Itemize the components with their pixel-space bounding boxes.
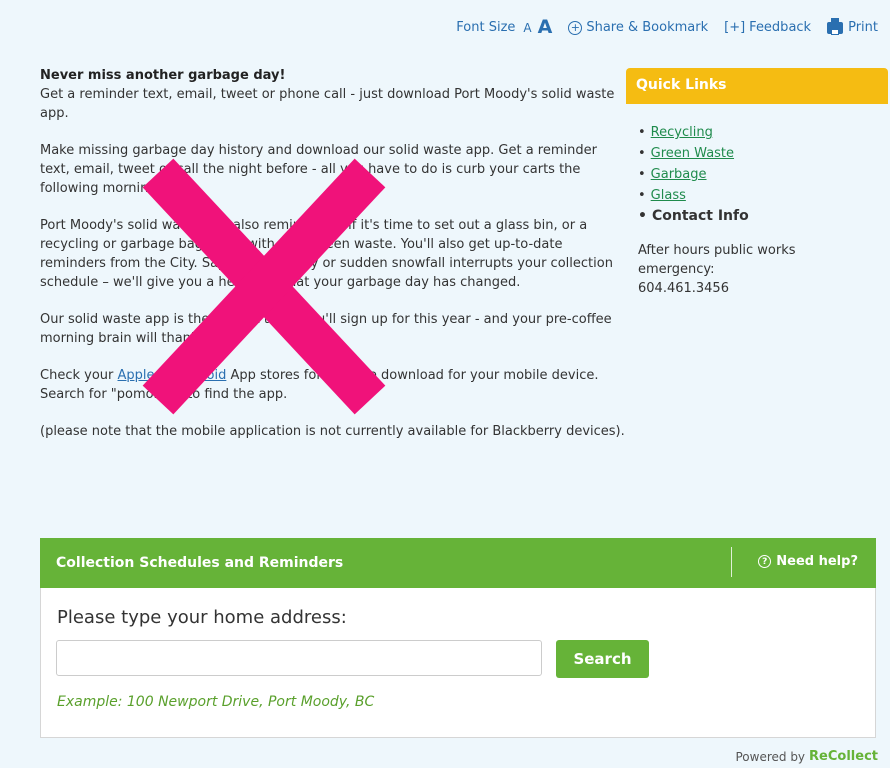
search-button[interactable]: Search xyxy=(556,640,649,678)
intro-text: Get a reminder text, email, tweet or pho… xyxy=(40,87,615,121)
intro-paragraph: Never miss another garbage day! Get a re… xyxy=(40,66,630,123)
plus-circle-icon: + xyxy=(568,20,583,35)
feedback-icon: [+] xyxy=(724,20,746,35)
print-button[interactable]: Print xyxy=(827,17,878,35)
share-bookmark-button[interactable]: + Share & Bookmark xyxy=(568,20,708,35)
address-input[interactable] xyxy=(56,640,542,676)
page-heading: Never miss another garbage day! xyxy=(40,68,286,83)
contact-info-item: • Contact Info xyxy=(638,208,749,224)
font-size-label: Font Size xyxy=(456,20,516,35)
glass-link[interactable]: Glass xyxy=(651,188,686,203)
paragraph-1: Make missing garbage day history and dow… xyxy=(40,143,597,196)
font-size-small-button[interactable]: A xyxy=(523,21,531,35)
address-prompt: Please type your home address: xyxy=(57,607,347,628)
share-bookmark-label: Share & Bookmark xyxy=(586,20,709,35)
print-label: Print xyxy=(848,20,878,35)
header-divider xyxy=(731,547,732,577)
widget-title: Collection Schedules and Reminders xyxy=(56,555,344,571)
quick-links-body: • Recycling • Green Waste • Garbage • Glass … xyxy=(626,104,888,298)
address-example: Example: 100 Newport Drive, Port Moody, … xyxy=(57,694,375,710)
printer-icon xyxy=(827,17,844,35)
emergency-phone: 604.461.3456 xyxy=(638,281,729,296)
need-help-button[interactable]: ? Need help? xyxy=(758,554,858,569)
after-hours-info: After hours public works emergency: 604.… xyxy=(638,241,876,298)
main-content: Never miss another garbage day! Get a re… xyxy=(40,66,630,459)
feedback-button[interactable]: [+] Feedback xyxy=(724,20,811,35)
android-store-link[interactable]: Android xyxy=(176,368,226,383)
apple-store-link[interactable]: Apple xyxy=(118,368,155,383)
list-item: • Green Waste xyxy=(638,146,735,161)
garbage-link[interactable]: Garbage xyxy=(651,167,707,182)
paragraph-4: Check your Apple or Android App stores f… xyxy=(40,366,630,404)
font-size-large-button[interactable]: A xyxy=(538,18,553,37)
collection-widget: Collection Schedules and Reminders ? Nee… xyxy=(40,538,876,738)
quick-links-title: Quick Links xyxy=(626,68,888,104)
list-item: • Glass xyxy=(638,188,686,203)
quick-links-panel: Quick Links • Recycling • Green Waste • Gar… xyxy=(626,68,888,298)
quick-links-list: • Recycling • Green Waste • Garbage • Glass … xyxy=(638,122,876,227)
recollect-logo[interactable]: ReCollect xyxy=(809,749,878,764)
list-item: • Garbage xyxy=(638,167,707,182)
question-icon: ? xyxy=(758,555,772,568)
powered-by: Powered by ReCollect xyxy=(735,749,878,764)
powered-by-label: Powered by xyxy=(735,749,806,764)
feedback-label: Feedback xyxy=(749,20,812,35)
paragraph-5: (please note that the mobile application… xyxy=(40,424,625,439)
page-toolbar: Font Size A A + Share & Bookmark [+] Fee… xyxy=(456,17,878,37)
widget-header: Collection Schedules and Reminders ? Nee… xyxy=(40,538,876,588)
paragraph-3: Our solid waste app is the easiest thing… xyxy=(40,312,612,346)
after-hours-label: After hours public works emergency: xyxy=(638,243,796,277)
green-waste-link[interactable]: Green Waste xyxy=(651,146,734,161)
paragraph-4-text-b: or xyxy=(154,368,177,383)
need-help-label: Need help? xyxy=(776,554,858,569)
contact-info-label: Contact Info xyxy=(651,208,749,224)
paragraph-2: Port Moody's solid waste app also remind… xyxy=(40,218,613,290)
paragraph-4-text-a: Check your xyxy=(40,368,118,383)
list-item: • Recycling xyxy=(638,125,713,140)
recycling-link[interactable]: Recycling xyxy=(651,125,713,140)
